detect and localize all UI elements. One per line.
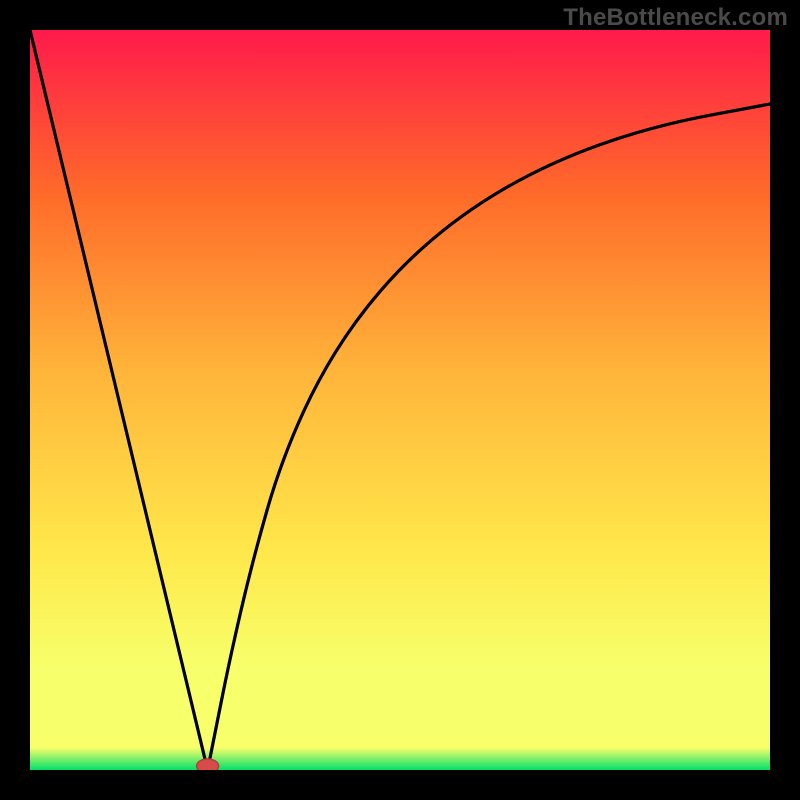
chart-frame: TheBottleneck.com xyxy=(0,0,800,800)
gradient-background xyxy=(30,30,770,770)
watermark-text: TheBottleneck.com xyxy=(563,4,788,32)
optimal-point-marker xyxy=(197,759,219,770)
plot-area xyxy=(30,30,770,770)
chart-svg xyxy=(30,30,770,770)
